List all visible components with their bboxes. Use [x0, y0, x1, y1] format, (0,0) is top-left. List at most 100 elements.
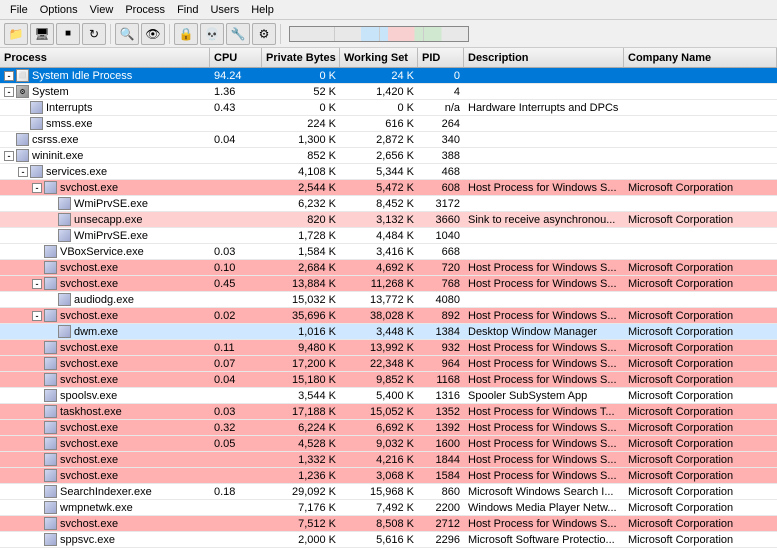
table-row[interactable]: svchost.exe0.119,480 K13,992 K932Host Pr…: [0, 340, 777, 356]
table-row[interactable]: unsecapp.exe820 K3,132 K3660Sink to rece…: [0, 212, 777, 228]
table-row[interactable]: sppsvc.exe2,000 K5,616 K2296Microsoft So…: [0, 532, 777, 548]
table-row[interactable]: -wininit.exe852 K2,656 K388: [0, 148, 777, 164]
tb-config[interactable]: ⚙: [252, 23, 276, 45]
pid-cell: 4080: [418, 292, 464, 307]
expand-icon[interactable]: -: [4, 151, 14, 161]
col-pid[interactable]: PID: [418, 48, 464, 67]
working-set-cell: 5,472 K: [340, 180, 418, 195]
table-row[interactable]: svchost.exe0.0415,180 K9,852 K1168Host P…: [0, 372, 777, 388]
cpu-cell: 1.36: [210, 84, 262, 99]
process-name-cell: -svchost.exe: [0, 276, 210, 291]
description-cell: Host Process for Windows S...: [464, 436, 624, 451]
menu-help[interactable]: Help: [245, 2, 280, 18]
description-cell: Host Process for Windows S...: [464, 420, 624, 435]
description-cell: [464, 292, 624, 307]
table-row[interactable]: smss.exe224 K616 K264: [0, 116, 777, 132]
tb-new[interactable]: 📁: [4, 23, 28, 45]
table-row[interactable]: svchost.exe0.0717,200 K22,348 K964Host P…: [0, 356, 777, 372]
table-row[interactable]: svchost.exe1,236 K3,068 K1584Host Proces…: [0, 468, 777, 484]
table-row[interactable]: VBoxService.exe0.031,584 K3,416 K668: [0, 244, 777, 260]
tb-refresh[interactable]: ↻: [82, 23, 106, 45]
table-row[interactable]: svchost.exe0.054,528 K9,032 K1600Host Pr…: [0, 436, 777, 452]
private-bytes-cell: 1,016 K: [262, 324, 340, 339]
description-cell: Host Process for Windows S...: [464, 260, 624, 275]
table-row[interactable]: wmpnetwk.exe7,176 K7,492 K2200Windows Me…: [0, 500, 777, 516]
process-name-cell: VBoxService.exe: [0, 244, 210, 259]
col-cpu[interactable]: CPU: [210, 48, 262, 67]
menu-view[interactable]: View: [84, 2, 120, 18]
table-row[interactable]: taskhost.exe0.0317,188 K15,052 K1352Host…: [0, 404, 777, 420]
tb-kill[interactable]: 💀: [200, 23, 224, 45]
pid-cell: 3660: [418, 212, 464, 227]
private-bytes-cell: 1,332 K: [262, 452, 340, 467]
tb-stop[interactable]: ■: [56, 23, 80, 45]
table-row[interactable]: svchost.exe0.102,684 K4,692 K720Host Pro…: [0, 260, 777, 276]
table-row[interactable]: Interrupts0.430 K0 Kn/aHardware Interrup…: [0, 100, 777, 116]
table-row[interactable]: SearchIndexer.exe0.1829,092 K15,968 K860…: [0, 484, 777, 500]
description-cell: Host Process for Windows S...: [464, 452, 624, 467]
private-bytes-cell: 820 K: [262, 212, 340, 227]
pid-cell: 1168: [418, 372, 464, 387]
table-row[interactable]: -svchost.exe0.0235,696 K38,028 K892Host …: [0, 308, 777, 324]
col-process[interactable]: Process: [0, 48, 210, 67]
description-cell: Host Process for Windows S...: [464, 340, 624, 355]
company-cell: Microsoft Corporation: [624, 180, 774, 195]
table-row[interactable]: svchost.exe1,332 K4,216 K1844Host Proces…: [0, 452, 777, 468]
process-name-text: smss.exe: [46, 118, 92, 130]
table-row[interactable]: csrss.exe0.041,300 K2,872 K340: [0, 132, 777, 148]
company-cell: [624, 148, 774, 163]
description-cell: Desktop Window Manager: [464, 324, 624, 339]
cpu-cell: [210, 468, 262, 483]
tb-view[interactable]: 👁: [141, 23, 165, 45]
company-cell: [624, 116, 774, 131]
expand-icon[interactable]: -: [4, 71, 14, 81]
table-row[interactable]: WmiPrvSE.exe1,728 K4,484 K1040: [0, 228, 777, 244]
company-cell: [624, 244, 774, 259]
expand-icon[interactable]: -: [32, 279, 42, 289]
process-name-text: svchost.exe: [60, 182, 118, 194]
process-name-cell: wmpnetwk.exe: [0, 500, 210, 515]
private-bytes-cell: 1,584 K: [262, 244, 340, 259]
col-desc[interactable]: Description: [464, 48, 624, 67]
table-row[interactable]: svchost.exe0.326,224 K6,692 K1392Host Pr…: [0, 420, 777, 436]
process-name-cell: -wininit.exe: [0, 148, 210, 163]
table-row[interactable]: -⬜System Idle Process94.240 K24 K0: [0, 68, 777, 84]
process-name-text: SearchIndexer.exe: [60, 486, 152, 498]
expand-icon[interactable]: -: [4, 87, 14, 97]
working-set-cell: 0 K: [340, 100, 418, 115]
table-row[interactable]: WmiPrvSE.exe6,232 K8,452 K3172: [0, 196, 777, 212]
expand-icon[interactable]: -: [32, 183, 42, 193]
menu-find[interactable]: Find: [171, 2, 204, 18]
expand-icon[interactable]: -: [18, 167, 28, 177]
process-name-cell: dwm.exe: [0, 324, 210, 339]
private-bytes-cell: 1,300 K: [262, 132, 340, 147]
col-company[interactable]: Company Name: [624, 48, 777, 67]
working-set-cell: 8,452 K: [340, 196, 418, 211]
tb-search[interactable]: 🔍: [115, 23, 139, 45]
table-row[interactable]: dwm.exe1,016 K3,448 K1384Desktop Window …: [0, 324, 777, 340]
process-name-text: WmiPrvSE.exe: [74, 230, 148, 242]
menu-file[interactable]: File: [4, 2, 34, 18]
table-row[interactable]: audiodg.exe15,032 K13,772 K4080: [0, 292, 777, 308]
table-row[interactable]: -services.exe4,108 K5,344 K468: [0, 164, 777, 180]
table-row[interactable]: svchost.exe7,512 K8,508 K2712Host Proces…: [0, 516, 777, 532]
menu-process[interactable]: Process: [119, 2, 171, 18]
process-name-cell: svchost.exe: [0, 516, 210, 531]
description-cell: Windows Media Player Netw...: [464, 500, 624, 515]
tb-settings[interactable]: 🔧: [226, 23, 250, 45]
table-row[interactable]: -svchost.exe2,544 K5,472 K608Host Proces…: [0, 180, 777, 196]
company-cell: Microsoft Corporation: [624, 532, 774, 547]
expand-icon[interactable]: -: [32, 311, 42, 321]
table-row[interactable]: -svchost.exe0.4513,884 K11,268 K768Host …: [0, 276, 777, 292]
tb-lock[interactable]: 🔒: [174, 23, 198, 45]
table-row[interactable]: spoolsv.exe3,544 K5,400 K1316Spooler Sub…: [0, 388, 777, 404]
col-working[interactable]: Working Set: [340, 48, 418, 67]
tb-monitor[interactable]: 🖥: [30, 23, 54, 45]
menu-users[interactable]: Users: [204, 2, 245, 18]
company-cell: Microsoft Corporation: [624, 468, 774, 483]
table-row[interactable]: -⚙System1.3652 K1,420 K4: [0, 84, 777, 100]
menu-options[interactable]: Options: [34, 2, 84, 18]
process-name-text: svchost.exe: [60, 518, 118, 530]
col-private[interactable]: Private Bytes: [262, 48, 340, 67]
cpu-cell: 0.02: [210, 308, 262, 323]
